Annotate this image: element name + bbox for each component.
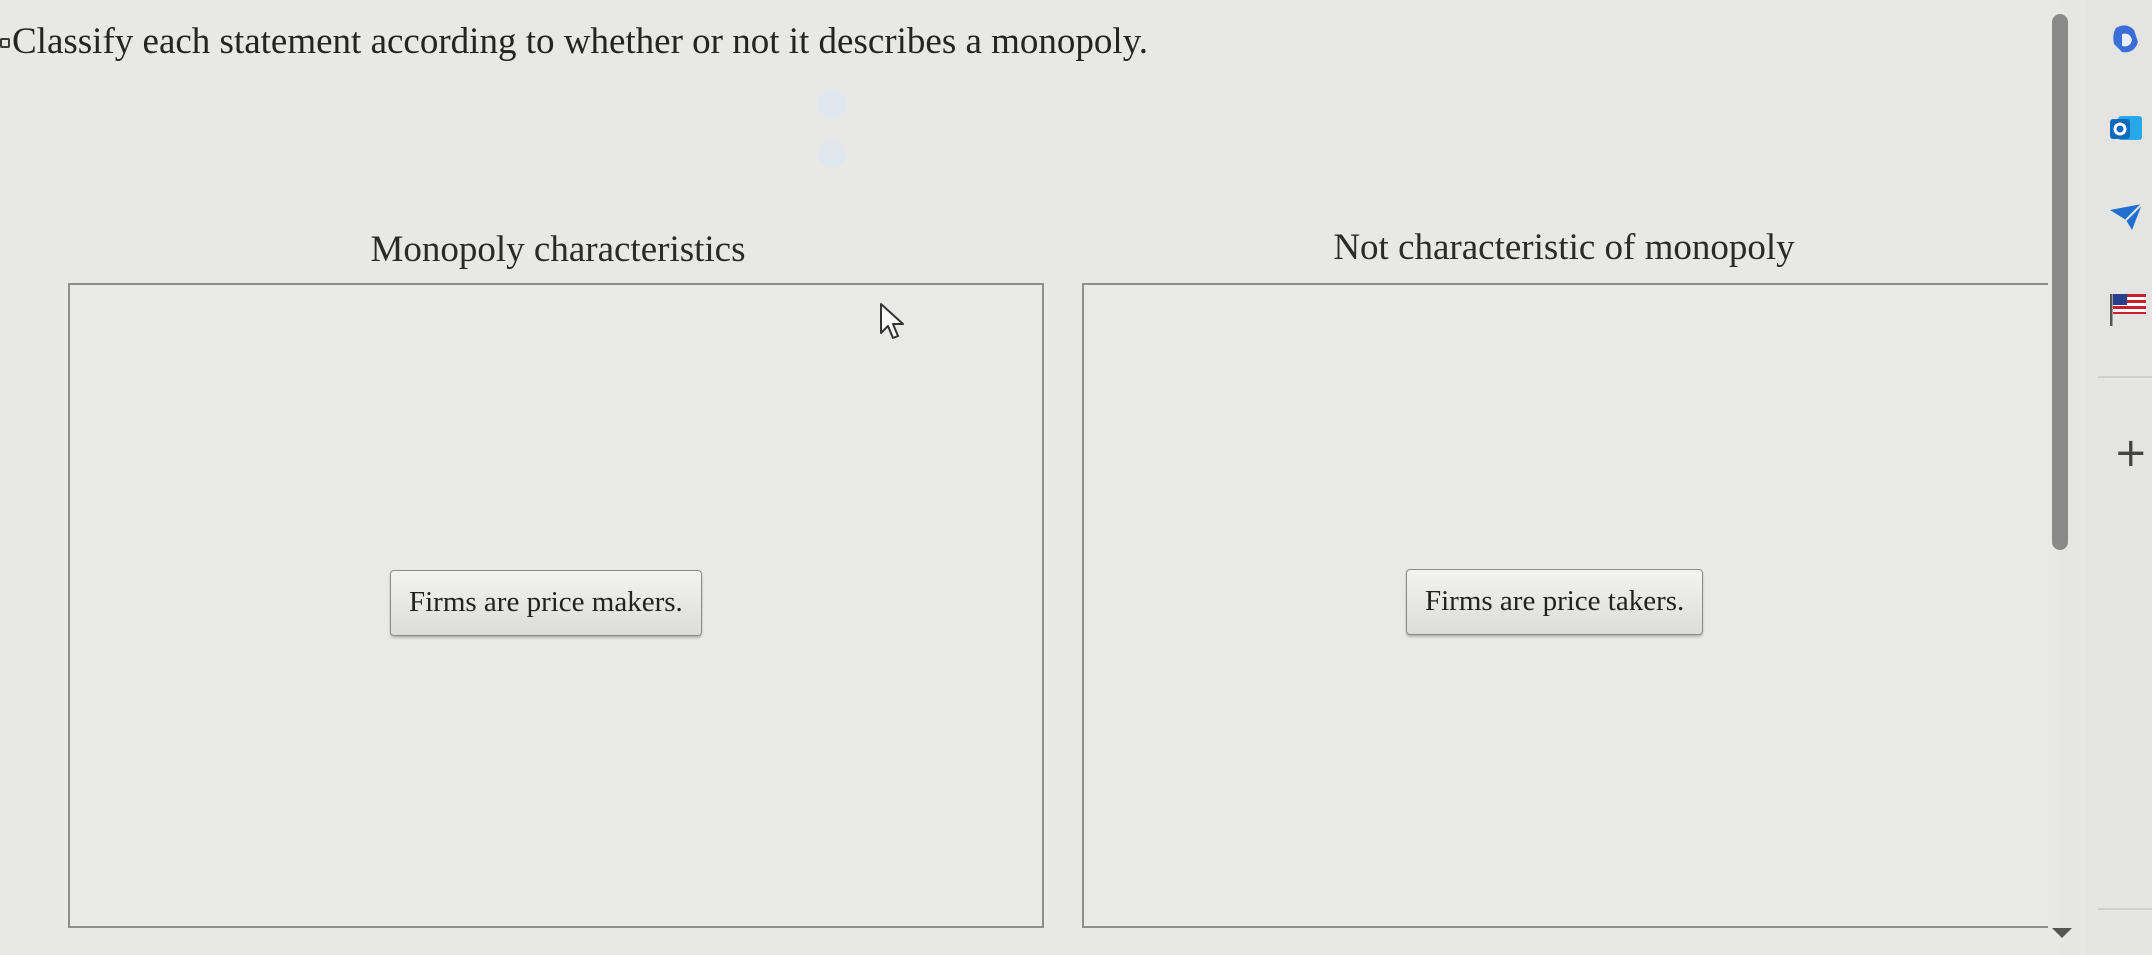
- bookmark-icon[interactable]: [0, 38, 10, 48]
- column-heading-not-monopoly: Not characteristic of monopoly: [1333, 227, 1795, 268]
- drop-zone-not-monopoly[interactable]: Firms are price takers.: [1082, 283, 2048, 928]
- mouse-pointer-icon: [880, 303, 904, 339]
- sidebar-divider: [2098, 908, 2152, 910]
- outlook-icon[interactable]: [2108, 110, 2144, 146]
- question-area: Classify each statement according to whe…: [0, 0, 2060, 955]
- flag-icon[interactable]: [2108, 290, 2148, 330]
- draggable-statement-price-takers[interactable]: Firms are price takers.: [1406, 569, 1704, 635]
- question-prompt: Classify each statement according to whe…: [12, 21, 1149, 62]
- sidebar-divider: [2098, 376, 2152, 378]
- draggable-statement-price-makers[interactable]: Firms are price makers.: [390, 570, 702, 636]
- scrollbar-thumb[interactable]: [2052, 14, 2068, 550]
- add-icon[interactable]: +: [2114, 430, 2148, 476]
- decorative-dot: [818, 140, 846, 168]
- copilot-icon[interactable]: [2108, 22, 2144, 58]
- send-icon[interactable]: [2108, 200, 2144, 236]
- column-heading-monopoly: Monopoly characteristics: [370, 229, 746, 270]
- decorative-dot: [818, 90, 846, 118]
- scroll-down-arrow-icon[interactable]: [2052, 928, 2072, 938]
- drop-zone-monopoly[interactable]: Firms are price makers.: [68, 283, 1044, 928]
